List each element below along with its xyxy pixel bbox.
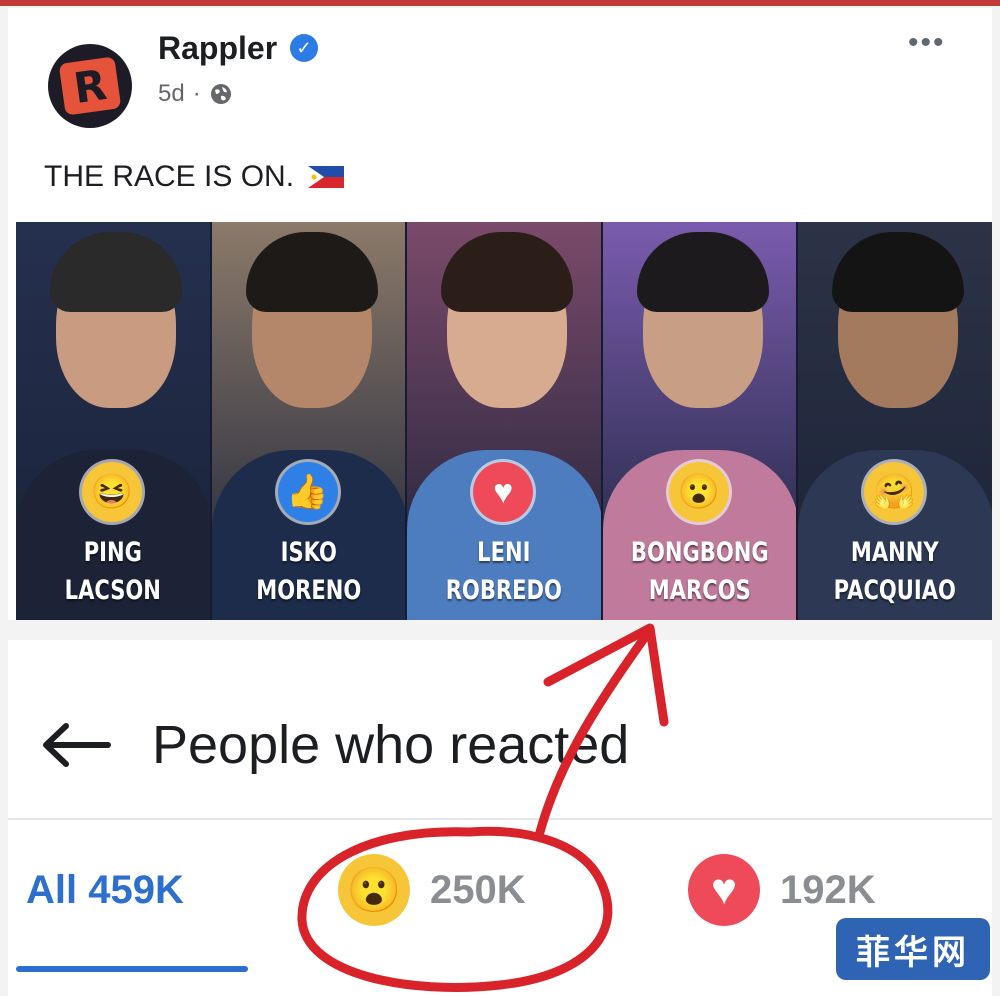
candidate-first-name: LENI — [477, 537, 531, 568]
top-border — [0, 0, 1000, 6]
candidate-name: BONGBONG MARCOS — [624, 534, 775, 610]
meta-separator: · — [192, 80, 201, 107]
candidate-name: MANNY PACQUIAO — [820, 534, 971, 610]
candidate-panel: ♥ LENI ROBREDO — [407, 222, 603, 620]
verified-badge-icon: ✓ — [290, 34, 318, 62]
reaction-emoji-icon: 😆 — [82, 462, 142, 522]
logo-letter: R — [70, 59, 110, 113]
candidate-name: LENI ROBREDO — [428, 534, 579, 610]
tab-wow-count: 250K — [430, 867, 526, 912]
reaction-emoji-icon: 😮 — [668, 462, 729, 522]
reaction-emoji-icon: 👍 — [277, 462, 338, 522]
candidate-name: PING LACSON — [37, 534, 188, 610]
tab-wow-reactions[interactable]: 😮 250K — [338, 840, 526, 940]
candidate-first-name: ISKO — [280, 537, 337, 568]
love-emoji-icon: ♥ — [688, 854, 760, 926]
candidate-last-name: ROBREDO — [445, 575, 563, 606]
tab-all-reactions[interactable]: All 459K — [26, 840, 184, 940]
candidate-last-name: LACSON — [64, 575, 161, 606]
post-time[interactable]: 5d — [158, 80, 185, 108]
page-name[interactable]: Rappler — [158, 30, 277, 67]
candidate-first-name: PING — [83, 537, 142, 568]
candidate-panel: 👍 ISKO MORENO — [211, 222, 408, 620]
candidate-last-name: MORENO — [255, 575, 361, 606]
sheet-header: People who reacted — [8, 684, 992, 804]
more-options-icon[interactable]: ••• — [908, 26, 946, 60]
candidate-name: ISKO MORENO — [233, 534, 384, 610]
header-divider — [8, 818, 992, 820]
rappler-logo: R — [58, 56, 122, 116]
tab-love-count: 192K — [780, 867, 876, 912]
candidate-last-name: PACQUIAO — [834, 575, 957, 606]
globe-icon — [210, 84, 231, 104]
candidate-panel: 🤗 MANNY PACQUIAO — [798, 222, 992, 620]
back-arrow-icon[interactable] — [36, 720, 116, 770]
facebook-post: R Rappler ✓ 5d · ••• THE RACE IS ON. 😆 P… — [8, 8, 992, 620]
candidate-first-name: BONGBONG — [630, 537, 769, 568]
candidate-panel: 😆 PING LACSON — [16, 222, 212, 620]
active-tab-indicator — [16, 966, 248, 972]
reaction-emoji-icon: 🤗 — [864, 462, 925, 522]
philippine-flag-icon — [308, 166, 345, 188]
page-avatar[interactable]: R — [48, 44, 132, 128]
wow-emoji-icon: 😮 — [338, 854, 410, 926]
reaction-emoji-icon: ♥ — [473, 462, 534, 522]
candidate-first-name: MANNY — [851, 537, 940, 568]
watermark-logo: 菲华网 — [836, 918, 990, 980]
sheet-title: People who reacted — [152, 715, 630, 775]
candidate-panel: 😮 BONGBONG MARCOS — [602, 222, 799, 620]
tab-all-label: All 459K — [26, 867, 184, 912]
post-meta: 5d · — [158, 80, 233, 108]
candidates-image[interactable]: 😆 PING LACSON 👍 ISKO MORENO ♥ LENI ROBRE… — [16, 222, 992, 620]
post-caption: THE RACE IS ON. — [44, 160, 345, 194]
candidate-last-name: MARCOS — [648, 575, 751, 606]
caption-text: THE RACE IS ON. — [44, 160, 295, 193]
